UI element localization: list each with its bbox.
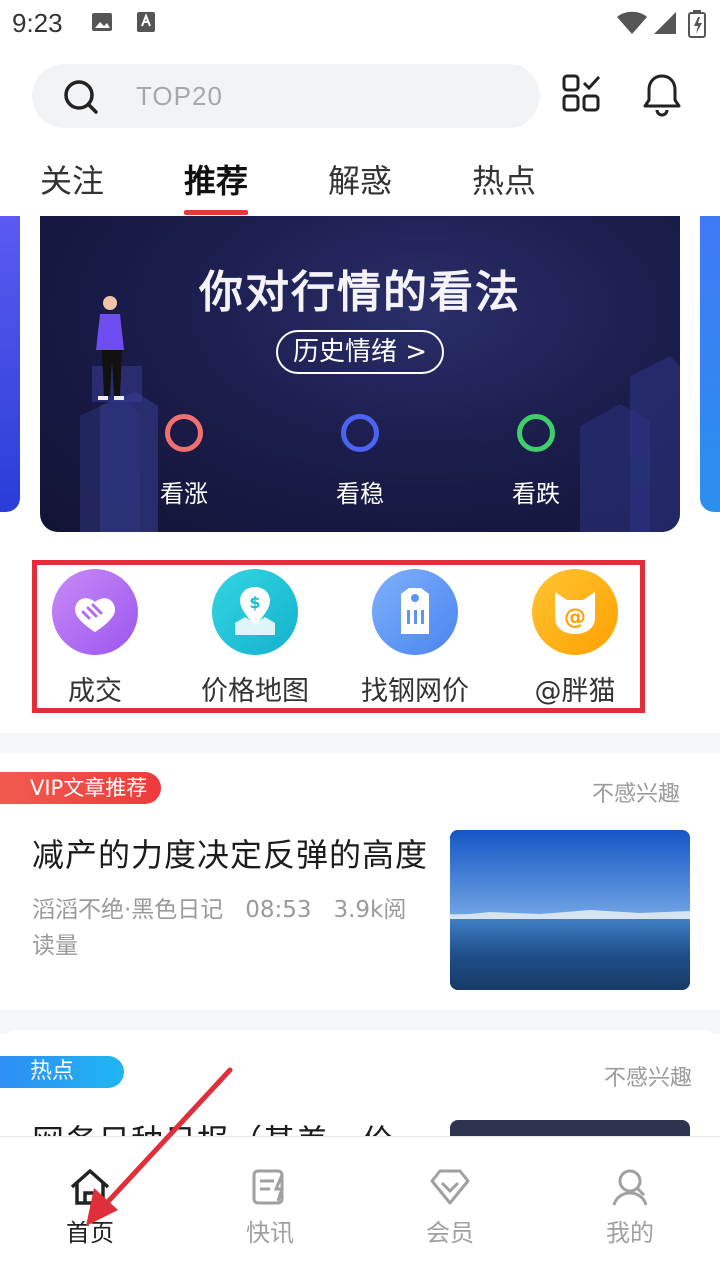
status-time: 9:23 [12, 8, 63, 38]
nav-profile[interactable]: 我的 [570, 1167, 690, 1248]
category-tabs: 关注 推荐 解惑 热点 [0, 156, 720, 216]
stable-label[interactable]: 看稳 [320, 474, 400, 509]
quick-item-label: 价格地图 [201, 676, 309, 707]
stable-ring-icon[interactable] [341, 414, 379, 452]
price-tag-icon [372, 569, 458, 655]
article-author: 滔滔不绝·黑色日记 [32, 897, 224, 923]
home-icon [70, 1169, 110, 1205]
status-bar: 9:23 [0, 0, 720, 48]
nav-home[interactable]: 首页 [30, 1167, 150, 1248]
article-title[interactable]: 减产的力度决定反弹的高度 [32, 830, 428, 876]
scan-task-icon[interactable] [560, 72, 604, 120]
banner-title: 你对行情的看法 [199, 267, 521, 318]
nav-label: 我的 [606, 1219, 654, 1247]
font-notification-icon [134, 10, 158, 38]
nav-label: 快讯 [246, 1219, 294, 1247]
cat-icon: @ [532, 569, 618, 655]
signal-icon [652, 10, 678, 40]
bottom-navigation: 首页 快讯 会员 我的 [0, 1136, 720, 1280]
battery-icon [688, 10, 706, 42]
article-meta: 滔滔不绝·黑色日记 08:53 3.9k阅读量 [32, 892, 427, 964]
quick-item-fat-cat[interactable]: @ @胖猫 [500, 569, 650, 708]
sentiment-banner[interactable]: 你对行情的看法 历史情绪 > 看涨 看稳 看跌 [40, 216, 680, 532]
quick-item-steel-price[interactable]: 找钢网价 [340, 569, 490, 708]
lake-image [450, 830, 690, 990]
price-map-icon: $ [212, 569, 298, 655]
quick-item-label: 找钢网价 [361, 676, 469, 707]
vip-article-badge: VIP文章推荐 [0, 772, 162, 804]
history-sentiment-button[interactable]: 历史情绪 > [276, 330, 444, 374]
bullish-label[interactable]: 看涨 [144, 474, 224, 509]
quick-menu-highlight: 成交 $ 价格地图 找钢网价 @ @胖猫 [32, 560, 645, 713]
section-divider [0, 733, 720, 753]
not-interested-button[interactable]: 不感兴趣 [592, 776, 680, 808]
news-flash-icon [252, 1169, 285, 1205]
banner-next-slide[interactable] [700, 216, 720, 512]
tab-follow[interactable]: 关注 [40, 156, 104, 202]
user-icon [612, 1169, 648, 1206]
search-placeholder: TOP20 [136, 81, 223, 111]
handshake-icon [52, 569, 138, 655]
quick-item-label: @胖猫 [534, 676, 616, 707]
svg-text:$: $ [249, 593, 260, 612]
bearish-label[interactable]: 看跌 [496, 474, 576, 509]
vip-diamond-icon [430, 1169, 470, 1205]
nav-news-flash[interactable]: 快讯 [210, 1167, 330, 1248]
quick-item-price-map[interactable]: $ 价格地图 [180, 569, 330, 708]
bearish-ring-icon[interactable] [517, 414, 555, 452]
quick-item-label: 成交 [68, 676, 122, 707]
active-tab-indicator [184, 210, 248, 215]
tab-recommend[interactable]: 推荐 [184, 156, 248, 202]
image-notification-icon [90, 10, 114, 38]
tab-answers[interactable]: 解惑 [328, 156, 392, 202]
search-icon [62, 78, 102, 122]
bullish-ring-icon[interactable] [165, 414, 203, 452]
article-time: 08:53 [245, 897, 312, 923]
quick-item-deals[interactable]: 成交 [20, 569, 170, 708]
article-thumbnail-lake[interactable] [450, 830, 690, 990]
search-input[interactable]: TOP20 [32, 64, 540, 128]
nav-label: 首页 [66, 1219, 114, 1247]
banner-prev-slide[interactable] [0, 216, 20, 512]
tab-hot[interactable]: 热点 [472, 156, 536, 202]
notification-bell-icon[interactable] [640, 72, 684, 122]
svg-text:@: @ [564, 605, 586, 630]
nav-label: 会员 [426, 1219, 474, 1247]
not-interested-button[interactable]: 不感兴趣 [604, 1060, 692, 1092]
wifi-icon [616, 10, 648, 40]
hot-badge: 热点 [0, 1056, 124, 1088]
nav-vip[interactable]: 会员 [390, 1167, 510, 1248]
